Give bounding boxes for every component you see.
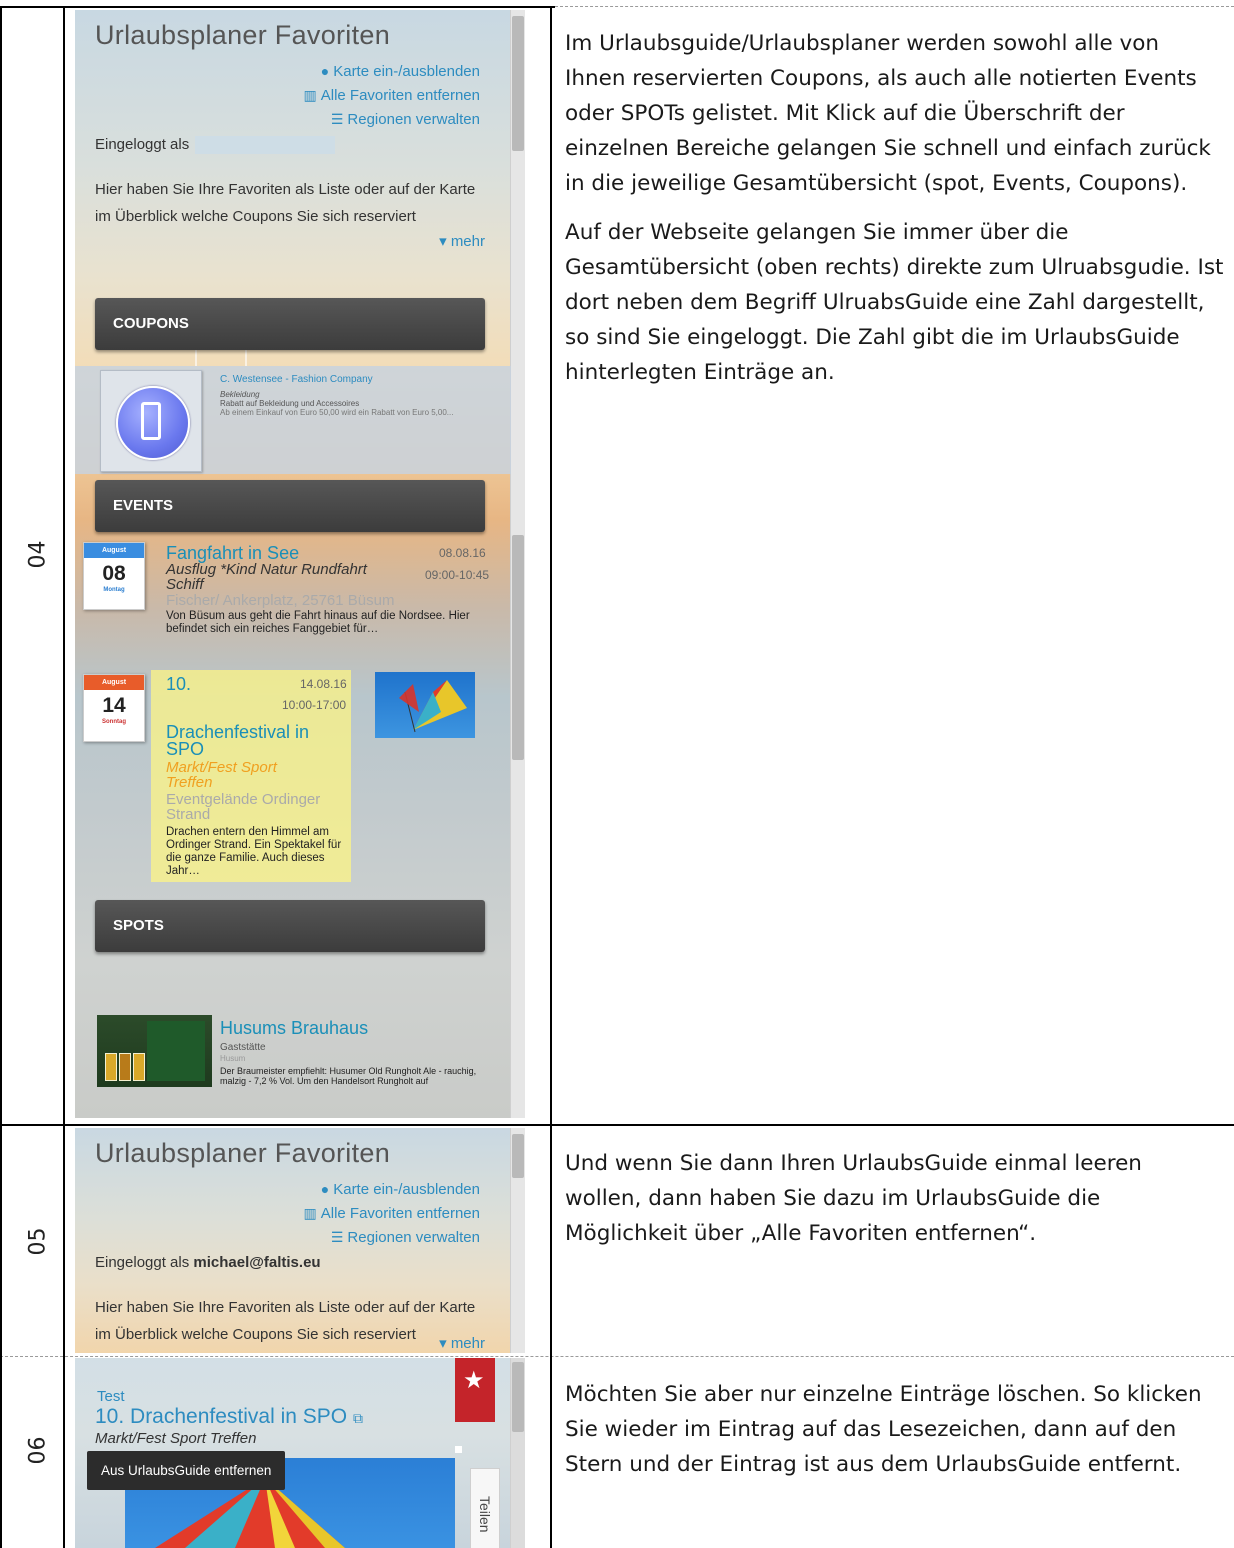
redacted-user: [195, 136, 336, 155]
column-divider: [550, 6, 552, 1548]
more-link[interactable]: ▾ mehr: [439, 232, 485, 250]
calendar-icon: August 08 Montag: [83, 542, 145, 610]
event-place: Eventgelände Ordinger Strand: [166, 791, 321, 823]
section-events[interactable]: EVENTS: [95, 480, 485, 532]
intro-text: Hier haben Sie Ihre Favoriten als Liste …: [95, 181, 476, 225]
toggle-map-link[interactable]: ● Karte ein-/ausblenden: [321, 1181, 480, 1198]
manage-regions-link[interactable]: ☰ Regionen verwalten: [331, 1229, 480, 1246]
intro-text: Hier haben Sie Ihre Favoriten als Liste …: [95, 1299, 476, 1343]
event-title-link[interactable]: 10. Drachenfestival in SPO ⧉: [95, 1405, 363, 1429]
row-number: 05: [25, 1227, 51, 1256]
share-tab[interactable]: Teilen: [470, 1468, 500, 1548]
event-tags: Ausflug *Kind Natur Rundfahrt Schiff: [166, 561, 367, 593]
row-description: Und wenn Sie dann Ihren UrlaubsGuide ein…: [565, 1146, 1225, 1265]
logged-in-label: Eingeloggt als michael@faltis.eu: [95, 1254, 321, 1271]
event-title[interactable]: Drachenfestival in SPO: [166, 723, 346, 758]
column-divider: [0, 6, 2, 1548]
row-number: 04: [25, 540, 51, 569]
description-paragraph: Möchten Sie aber nur einzelne Einträge l…: [565, 1382, 1202, 1477]
coupon-badge-icon: [116, 386, 190, 460]
kite-image: [399, 680, 467, 733]
row-divider: [0, 1124, 1234, 1126]
row-description: Im Urlaubsguide/Urlaubsplaner werden sow…: [565, 26, 1225, 404]
trash-icon: ▥: [303, 87, 317, 103]
page-title: Urlaubsplaner Favoriten: [95, 1138, 391, 1168]
scrollbar[interactable]: [510, 1128, 525, 1353]
event-text: Drachen entern den Himmel am Ordinger St…: [166, 826, 342, 877]
caret-down-icon: ▾: [439, 1335, 451, 1352]
manage-regions-link[interactable]: ☰ Regionen verwalten: [331, 111, 480, 128]
caret-down-icon: ▾: [439, 233, 451, 250]
external-link-icon: ⧉: [352, 1410, 363, 1426]
event-prefix: 10.: [166, 674, 192, 694]
screenshot-favorites-list: Urlaubsplaner Favoriten ● Karte ein-/ausb…: [75, 10, 525, 1118]
more-link[interactable]: ▾ mehr: [439, 1334, 485, 1352]
spot-text: Der Braumeister empfiehlt: Husumer Old R…: [220, 1066, 477, 1086]
row-divider: [555, 6, 1234, 7]
row-divider: [0, 6, 555, 8]
description-paragraph: Und wenn Sie dann Ihren UrlaubsGuide ein…: [565, 1151, 1142, 1246]
description-paragraph: Im Urlaubsguide/Urlaubsplaner werden sow…: [565, 31, 1211, 196]
section-spots[interactable]: SPOTS: [95, 900, 485, 952]
globe-icon: ●: [320, 63, 330, 79]
remove-tooltip: Aus UrlaubsGuide entfernen: [87, 1451, 286, 1490]
scroll-thumb[interactable]: [512, 1134, 524, 1178]
coupon-line: Ab einem Einkauf von Euro 50,00 wird ein…: [220, 408, 454, 417]
remove-all-favorites-link[interactable]: ▥ Alle Favoriten entfernen: [304, 1205, 481, 1222]
globe-icon: ●: [320, 1181, 330, 1197]
document-table: 04 05 06 Im Urlaubsguide/Urlaubsplaner w…: [0, 0, 1234, 1548]
row-number: 06: [25, 1436, 51, 1465]
toggle-map-link[interactable]: ● Karte ein-/ausblenden: [321, 63, 480, 80]
logged-in-label: Eingeloggt als: [95, 136, 336, 155]
list-icon: ☰: [330, 1229, 344, 1245]
section-coupons[interactable]: COUPONS: [95, 298, 485, 350]
event-time: 09:00-10:45: [425, 568, 490, 582]
event-time: 10:00-17:00: [282, 698, 347, 712]
calendar-icon: August 14 Sonntag: [83, 674, 145, 742]
spot-city: Husum: [220, 1054, 246, 1063]
coupon-list: C. Westensee - Fashion Company Bekleidun…: [75, 366, 511, 474]
coupon-category: Bekleidung: [220, 390, 260, 399]
logged-in-user: michael@faltis.eu: [193, 1254, 321, 1271]
scroll-thumb[interactable]: [512, 16, 524, 151]
list-icon: ☰: [330, 111, 344, 127]
row-divider: [0, 1356, 1234, 1357]
event-date: 14.08.16: [300, 677, 347, 691]
spot-title[interactable]: Husums Brauhaus: [220, 1018, 368, 1039]
column-divider: [63, 6, 65, 1548]
event-kicker: Test: [97, 1388, 125, 1405]
spot-thumbnail[interactable]: [97, 1015, 212, 1087]
coupon-thumbnail[interactable]: [100, 370, 202, 472]
spot-category: Gaststätte: [220, 1042, 266, 1053]
row-description: Möchten Sie aber nur einzelne Einträge l…: [565, 1377, 1225, 1496]
page-title: Urlaubsplaner Favoriten: [95, 20, 391, 50]
event-place: Fischer/ Ankerplatz, 25761 Büsum: [166, 592, 395, 609]
coupon-company[interactable]: C. Westensee - Fashion Company: [220, 374, 373, 385]
trash-icon: ▥: [303, 1205, 317, 1221]
coupon-line: Rabatt auf Bekleidung und Accessoires: [220, 399, 360, 408]
event-date: 08.08.16: [439, 546, 486, 560]
scroll-thumb[interactable]: [512, 1362, 524, 1432]
scroll-thumb[interactable]: [512, 535, 524, 760]
scrollbar[interactable]: [510, 1358, 525, 1548]
event-image[interactable]: [375, 672, 475, 738]
handle: [455, 1446, 462, 1453]
remove-all-favorites-link[interactable]: ▥ Alle Favoriten entfernen: [304, 87, 481, 104]
event-tags: Markt/Fest Sport Treffen: [95, 1430, 257, 1447]
bookmark-ribbon[interactable]: ★: [455, 1358, 495, 1422]
description-paragraph: Auf der Webseite gelangen Sie immer über…: [565, 220, 1224, 385]
decorative-pole: [245, 350, 247, 366]
event-text: Von Büsum aus geht die Fahrt hinaus auf …: [166, 610, 470, 635]
screenshot-remove-all: Urlaubsplaner Favoriten ● Karte ein-/ausb…: [75, 1128, 525, 1353]
event-tags: Markt/Fest Sport Treffen: [166, 759, 277, 791]
scrollbar[interactable]: [510, 10, 525, 1118]
screenshot-remove-single: Test 10. Drachenfestival in SPO ⧉ Markt/…: [75, 1358, 525, 1548]
star-icon[interactable]: ★: [463, 1366, 485, 1395]
